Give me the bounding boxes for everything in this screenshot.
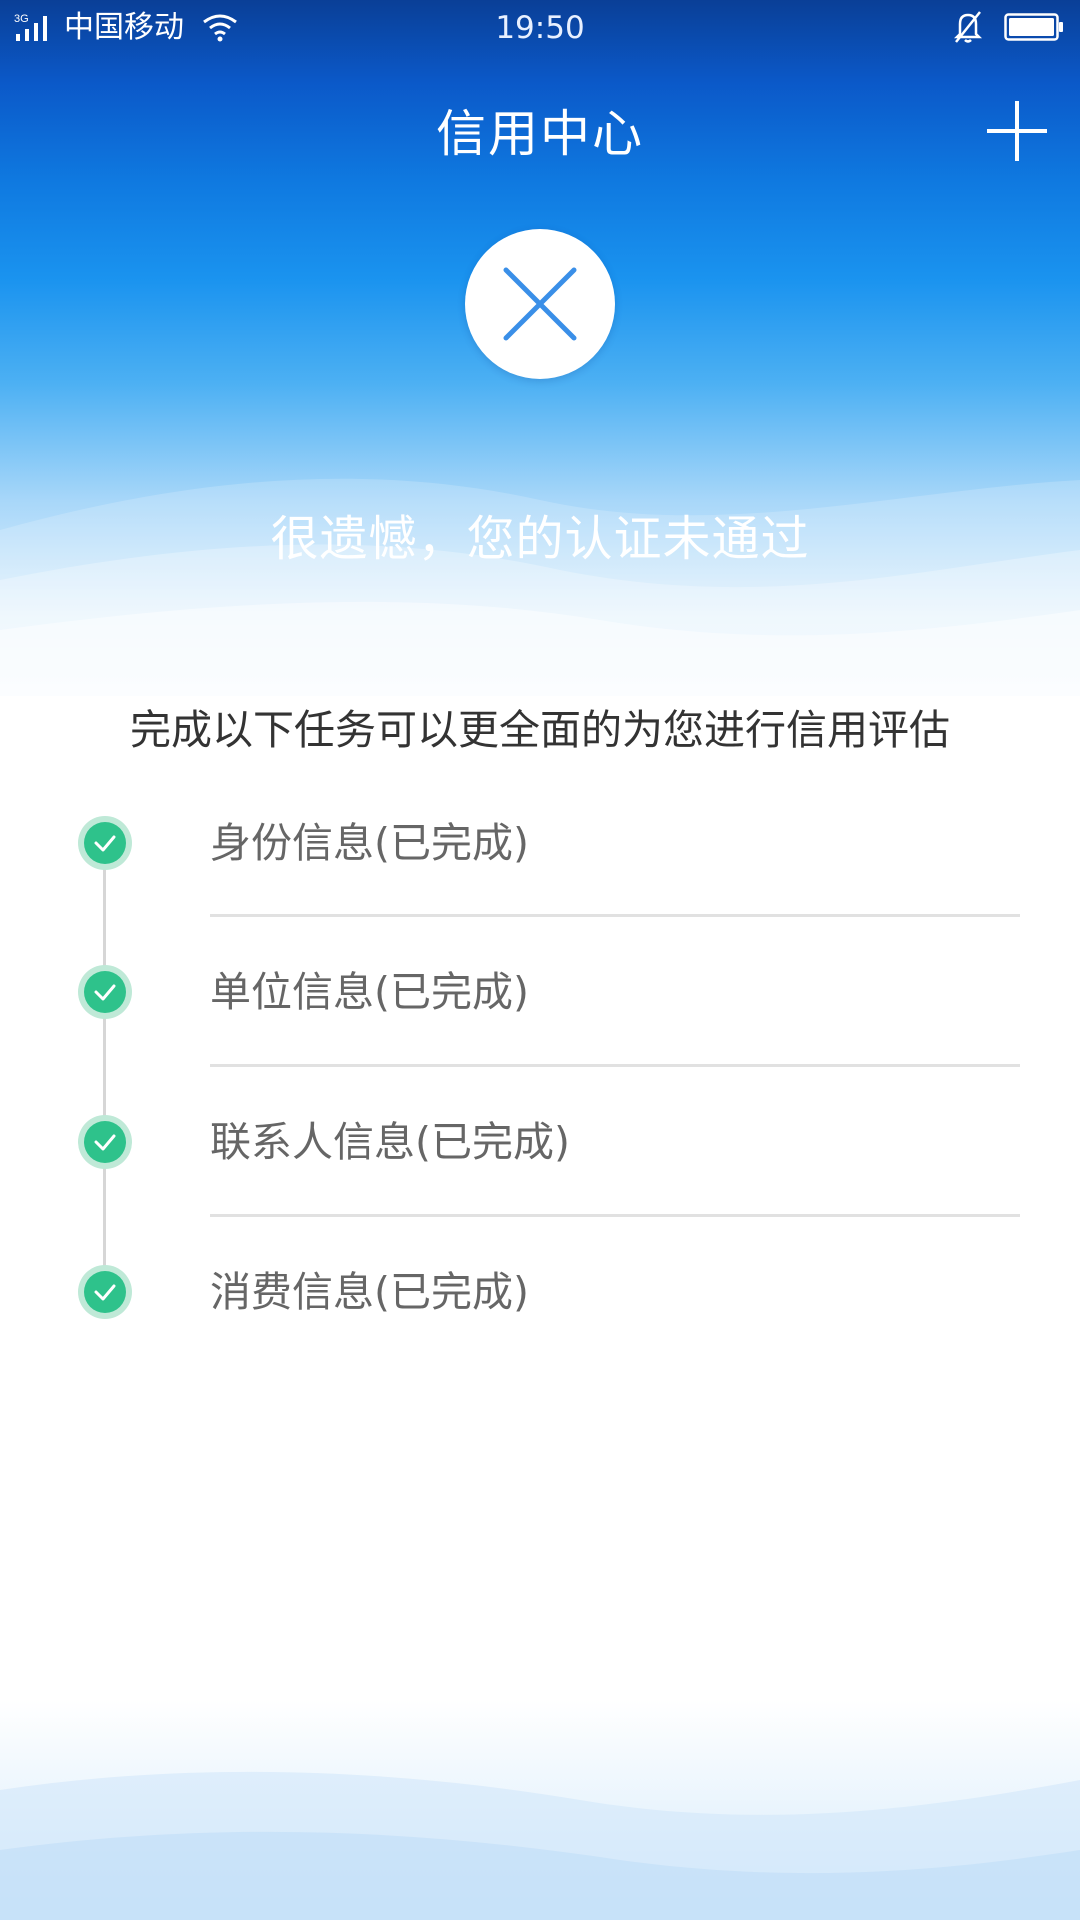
tasks-intro: 完成以下任务可以更全面的为您进行信用评估	[130, 706, 950, 754]
verification-result-message: 很遗憾，您的认证未通过	[270, 511, 810, 567]
task-item-employer[interactable]: 单位信息(已完成)	[0, 960, 1080, 1110]
task-label: 单位信息(已完成)	[210, 968, 529, 1016]
status-bar: 3G 中国移动 19:50	[0, 0, 1080, 58]
page-title: 信用中心	[436, 105, 644, 163]
close-icon	[503, 267, 577, 341]
task-item-identity[interactable]: 身份信息(已完成)	[0, 810, 1080, 960]
task-item-contacts[interactable]: 联系人信息(已完成)	[0, 1110, 1080, 1260]
task-label: 联系人信息(已完成)	[210, 1118, 570, 1166]
check-circle-icon	[78, 1265, 132, 1319]
verification-failed-badge	[465, 229, 615, 379]
header-background: 3G 中国移动 19:50 信用中心 很遗憾，您的认证未通过	[0, 0, 1080, 696]
check-circle-icon	[78, 965, 132, 1019]
task-divider	[210, 1064, 1020, 1067]
status-time: 19:50	[495, 10, 585, 46]
task-label: 消费信息(已完成)	[210, 1268, 529, 1316]
battery-icon	[1004, 13, 1063, 41]
footer-waves	[0, 1700, 1080, 1920]
check-circle-icon	[78, 816, 132, 870]
bell-muted-icon	[953, 11, 983, 43]
task-item-consumption[interactable]: 消费信息(已完成)	[0, 1260, 1080, 1410]
add-button[interactable]	[984, 98, 1050, 164]
task-divider	[210, 914, 1020, 917]
task-divider	[210, 1214, 1020, 1217]
plus-icon	[987, 101, 1047, 161]
check-circle-icon	[78, 1115, 132, 1169]
task-label: 身份信息(已完成)	[210, 819, 529, 867]
